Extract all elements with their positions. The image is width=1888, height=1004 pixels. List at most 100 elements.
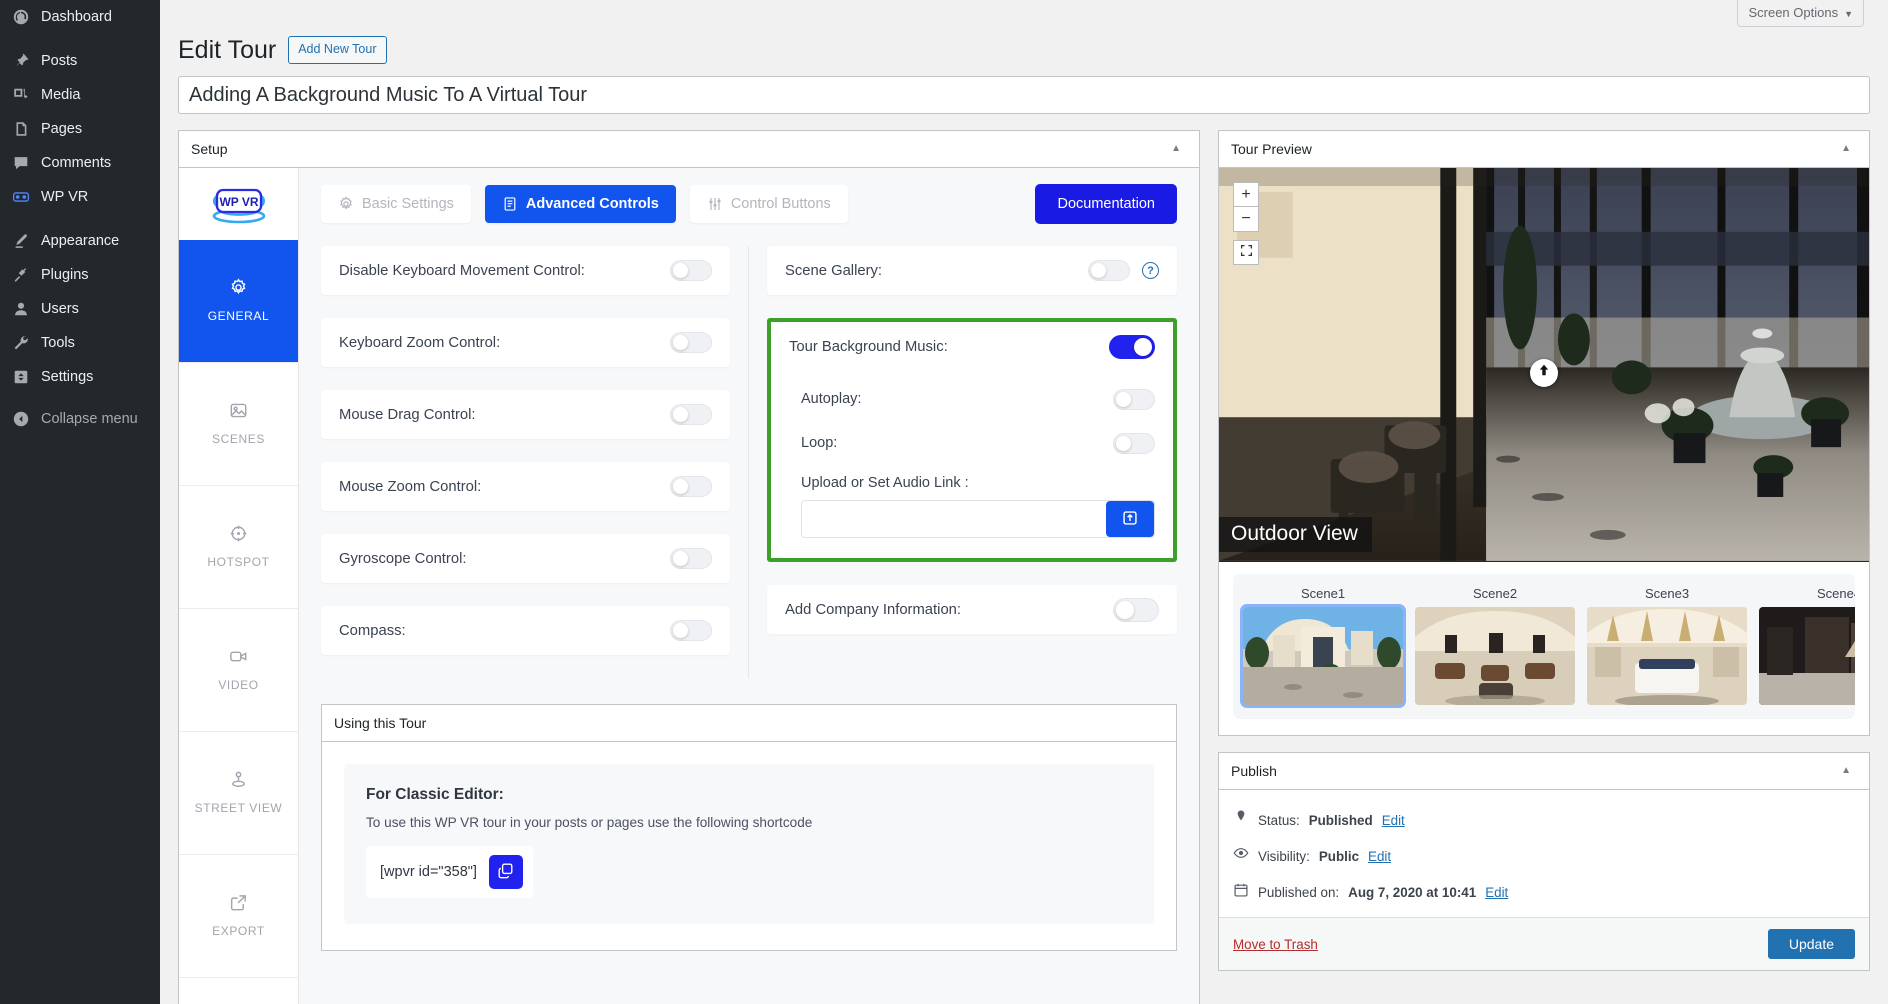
audio-upload-label: Upload or Set Audio Link : <box>801 475 969 491</box>
publish-visibility-label: Visibility: <box>1258 848 1310 864</box>
publish-status-label: Status: <box>1258 812 1300 828</box>
tab-label: Control Buttons <box>730 196 831 212</box>
toggle-tour-background-music[interactable] <box>1109 334 1155 359</box>
toggle-loop[interactable] <box>1113 432 1155 454</box>
setting-autoplay: Autoplay: <box>801 377 1155 421</box>
publish-status-value: Published <box>1308 812 1373 828</box>
publish-status-edit-link[interactable]: Edit <box>1382 810 1405 831</box>
sidebar-item-label: Tools <box>41 334 75 351</box>
sidebar-item-users[interactable]: Users <box>0 292 160 326</box>
sidebar-item-label: Media <box>41 86 81 103</box>
side-tab-video[interactable]: VIDEO <box>179 609 298 732</box>
sidebar-item-label: Plugins <box>41 266 89 283</box>
sidebar-item-label: Pages <box>41 120 83 137</box>
scene-thumbnail-item[interactable]: Scene1 <box>1240 586 1406 708</box>
scene-thumbnail-item[interactable]: Scene2 <box>1415 586 1575 705</box>
scene-thumbnail-image[interactable] <box>1240 604 1406 708</box>
side-tab-street-view[interactable]: STREET VIEW <box>179 732 298 855</box>
gear-icon <box>338 196 354 212</box>
sidebar-item-media[interactable]: Media <box>0 78 160 112</box>
scene-label: Scene3 <box>1644 586 1690 601</box>
pages-icon <box>11 119 31 139</box>
settings-column-left: Disable Keyboard Movement Control: Keybo… <box>321 246 749 678</box>
side-tab-label: STREET VIEW <box>194 800 283 815</box>
setting-label: Scene Gallery: <box>785 262 883 279</box>
scene-thumbnail-item[interactable]: Scene3 <box>1587 586 1747 705</box>
sidebar-item-posts[interactable]: Posts <box>0 44 160 78</box>
vr-goggles-icon <box>11 187 31 207</box>
zoom-out-button[interactable]: − <box>1233 207 1259 232</box>
toggle-scene-gallery[interactable] <box>1088 260 1130 281</box>
sidebar-item-label: Appearance <box>41 232 120 249</box>
sidebar-item-dashboard[interactable]: Dashboard <box>0 0 160 34</box>
setting-keyboard-zoom: Keyboard Zoom Control: <box>321 318 730 367</box>
toggle-keyboard-zoom[interactable] <box>670 332 712 353</box>
help-icon[interactable]: ? <box>1142 262 1159 279</box>
publish-panel-title: Publish <box>1231 763 1277 779</box>
comments-icon <box>11 153 31 173</box>
sidebar-item-plugins[interactable]: Plugins <box>0 258 160 292</box>
screen-options-button[interactable]: Screen Options ▼ <box>1737 0 1864 27</box>
fullscreen-button[interactable] <box>1233 240 1259 265</box>
collapse-arrow-icon <box>11 409 31 429</box>
using-this-tour-title: Using this Tour <box>334 715 427 731</box>
hotspot-arrow-up[interactable] <box>1530 358 1558 387</box>
brush-icon <box>11 231 31 251</box>
sidebar-item-label: Users <box>41 300 79 317</box>
collapse-panel-icon[interactable]: ▲ <box>1835 138 1857 160</box>
audio-upload-field-group <box>801 500 1155 538</box>
side-tab-hotspot[interactable]: HOTSPOT <box>179 486 298 609</box>
calendar-icon <box>1233 882 1249 904</box>
side-tab-export[interactable]: EXPORT <box>179 855 298 978</box>
setting-label: Autoplay: <box>801 391 862 407</box>
external-link-icon <box>229 893 248 912</box>
target-icon <box>229 524 248 543</box>
arrow-up-icon <box>1537 363 1551 382</box>
publish-visibility-edit-link[interactable]: Edit <box>1368 846 1391 867</box>
scene-thumbnail-image[interactable] <box>1759 607 1855 705</box>
sidebar-item-collapse-menu[interactable]: Collapse menu <box>0 402 160 436</box>
toggle-autoplay[interactable] <box>1113 388 1155 410</box>
audio-link-input[interactable] <box>802 501 1106 537</box>
side-tab-general[interactable]: GENERAL <box>179 240 298 363</box>
dashboard-icon <box>11 7 31 27</box>
tab-control-buttons[interactable]: Control Buttons <box>689 185 848 223</box>
toggle-mouse-drag[interactable] <box>670 404 712 425</box>
toggle-mouse-zoom[interactable] <box>670 476 712 497</box>
scene-title-overlay: Outdoor View <box>1219 517 1372 552</box>
update-button[interactable]: Update <box>1767 929 1855 960</box>
toggle-add-company-information[interactable] <box>1113 597 1159 622</box>
sidebar-item-pages[interactable]: Pages <box>0 112 160 146</box>
toggle-disable-keyboard-movement[interactable] <box>670 260 712 281</box>
tab-basic-settings[interactable]: Basic Settings <box>321 185 471 223</box>
scenes-strip[interactable]: Scene1 Scene2 Scene3 Scene <box>1233 574 1855 719</box>
collapse-panel-icon[interactable]: ▲ <box>1835 760 1857 782</box>
tab-advanced-controls[interactable]: Advanced Controls <box>484 185 676 223</box>
move-to-trash-link[interactable]: Move to Trash <box>1233 937 1318 952</box>
scene-thumbnail-image[interactable] <box>1415 607 1575 705</box>
panorama-viewer[interactable]: + − Outdoor View <box>1219 168 1869 562</box>
collapse-panel-icon[interactable]: ▲ <box>1165 138 1187 160</box>
copy-shortcode-button[interactable] <box>488 855 523 889</box>
sidebar-item-tools[interactable]: Tools <box>0 326 160 360</box>
sidebar-item-wp-vr[interactable]: WP VR <box>0 180 160 214</box>
sidebar-item-settings[interactable]: Settings <box>0 360 160 394</box>
sidebar-item-appearance[interactable]: Appearance <box>0 224 160 258</box>
scene-thumbnail-image[interactable] <box>1587 607 1747 705</box>
scene-thumbnail-item[interactable]: Scene4 <box>1759 586 1855 705</box>
toggle-gyroscope[interactable] <box>670 548 712 569</box>
side-tab-scenes[interactable]: SCENES <box>179 363 298 486</box>
tour-title-input[interactable] <box>178 76 1870 114</box>
publish-date-row: Published on: Aug 7, 2020 at 10:41 Edit <box>1233 875 1855 911</box>
svg-text:WP VR: WP VR <box>219 195 258 209</box>
documentation-button[interactable]: Documentation <box>1035 184 1177 224</box>
sidebar-item-comments[interactable]: Comments <box>0 146 160 180</box>
publish-date-edit-link[interactable]: Edit <box>1485 882 1508 903</box>
setting-label: Add Company Information: <box>785 601 962 618</box>
add-new-tour-button[interactable]: Add New Tour <box>288 36 387 64</box>
upload-audio-button[interactable] <box>1106 501 1154 537</box>
zoom-in-button[interactable]: + <box>1233 182 1259 207</box>
shortcode-text: [wpvr id="358"] <box>380 864 477 880</box>
toggle-compass[interactable] <box>670 620 712 641</box>
using-this-tour-panel: Using this Tour For Classic Editor: To u… <box>321 704 1177 951</box>
